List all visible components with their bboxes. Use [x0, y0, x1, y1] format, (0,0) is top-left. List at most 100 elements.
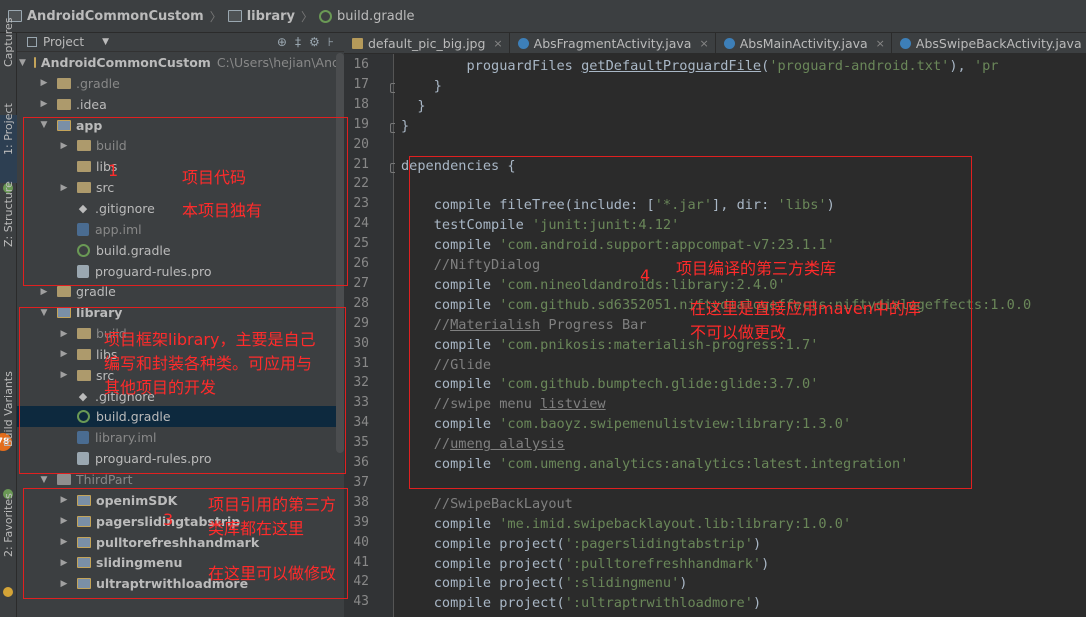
tree-row[interactable]: proguard-rules.pro	[17, 448, 336, 469]
hide-icon[interactable]: ⊦	[328, 35, 334, 49]
expand-right-icon[interactable]: ▶	[59, 516, 69, 526]
expand-down-icon[interactable]: ▼	[39, 308, 49, 318]
code-line: //umeng alalysis	[401, 435, 565, 455]
build-variants-tool-tab[interactable]: Build Variants	[2, 371, 15, 447]
expand-down-icon[interactable]: ▼	[19, 58, 26, 68]
annotation-thirdpart-line3: 在这里可以做修改	[208, 564, 337, 583]
module-folder-icon	[57, 307, 71, 319]
code-line: //Glide	[401, 356, 491, 376]
breadcrumb-file[interactable]: build.gradle	[315, 0, 419, 33]
expand-right-icon[interactable]: ▶	[59, 370, 69, 380]
tree-row[interactable]: build.gradle	[17, 240, 336, 261]
project-view-selector[interactable]: Project	[43, 35, 84, 49]
line-number: 38	[353, 494, 369, 510]
code-token: )	[826, 197, 835, 214]
line-number: 22	[353, 176, 369, 192]
tree-row[interactable]: ▶ build	[17, 135, 336, 156]
editor-tab[interactable]: AbsSwipeBackActivity.java×	[892, 33, 1086, 54]
tree-row[interactable]: proguard-rules.pro	[17, 261, 336, 282]
expand-right-icon[interactable]: ▶	[39, 99, 49, 109]
favorites-tool-tab[interactable]: 2: Favorites	[2, 493, 15, 557]
expand-right-icon[interactable]: ▶	[59, 349, 69, 359]
tree-row[interactable]: library.iml	[17, 427, 336, 448]
tree-item-label: app.iml	[95, 221, 142, 237]
expand-right-icon[interactable]: ▶	[39, 287, 49, 297]
project-scrollbar[interactable]	[336, 53, 344, 453]
code-token: listview	[540, 396, 606, 413]
image-file-icon	[352, 37, 363, 49]
code-line: }	[401, 97, 425, 117]
expand-down-icon[interactable]: ▼	[39, 120, 49, 130]
captures-tool-tab[interactable]: Captures	[2, 18, 15, 67]
code-token: '*.jar'	[654, 197, 713, 214]
tree-item-label: AndroidCommonCustom	[40, 55, 211, 70]
line-number: 23	[353, 196, 369, 212]
code-line: compile 'com.android.support:appcompat-v…	[401, 236, 835, 256]
expand-right-icon[interactable]: ▶	[59, 329, 69, 339]
tree-row[interactable]: libs	[17, 156, 336, 177]
folder-icon	[77, 182, 91, 194]
code-token: compile project(	[401, 555, 565, 572]
tree-row[interactable]: ▶ .idea	[17, 94, 336, 115]
line-number: 41	[353, 554, 369, 570]
expand-right-icon[interactable]: ▶	[39, 78, 49, 88]
tree-item-label: ThirdPart	[76, 472, 133, 487]
tree-item-label: slidingmenu	[96, 555, 183, 571]
tree-row[interactable]: ▼ ThirdPart	[17, 469, 336, 490]
tree-row[interactable]: app.iml	[17, 219, 336, 240]
sync-icon[interactable]: ⊕	[277, 35, 287, 49]
code-token: compile project(	[401, 575, 565, 592]
annotation-number-3: 3	[163, 510, 174, 529]
line-number: 34	[353, 415, 369, 431]
annotation-deps-note1: 在这里是直接应用maven中的库	[690, 299, 921, 318]
tree-row[interactable]: ◆ .gitignore	[17, 198, 336, 219]
expand-right-icon[interactable]: ▶	[59, 495, 69, 505]
gradle-icon	[77, 243, 90, 257]
line-number: 29	[353, 315, 369, 331]
code-token: compile	[401, 456, 500, 472]
module-folder-icon	[77, 494, 91, 506]
breadcrumb-project[interactable]: AndroidCommonCustom	[4, 0, 208, 33]
close-icon[interactable]: ×	[493, 37, 502, 50]
tree-row[interactable]: ▶ gradle	[17, 281, 336, 302]
tree-row[interactable]: ▶ .gradle	[17, 73, 336, 94]
editor-tab[interactable]: default_pic_big.jpg ×	[344, 32, 510, 54]
expand-right-icon[interactable]: ▶	[59, 537, 69, 547]
project-tool-tab[interactable]: 1: Project	[2, 103, 15, 155]
expand-right-icon[interactable]: ▶	[59, 579, 69, 589]
close-icon[interactable]: ×	[876, 37, 885, 50]
java-class-icon	[723, 37, 735, 49]
java-class-icon	[517, 37, 529, 49]
code-line: proguardFiles getDefaultProguardFile('pr…	[401, 57, 998, 77]
structure-tool-tab[interactable]: Z: Structure	[2, 181, 15, 247]
code-token: //	[401, 316, 451, 333]
collapse-icon[interactable]: ‡	[295, 35, 301, 49]
close-icon[interactable]: ×	[699, 37, 708, 50]
code-token: testCompile	[401, 217, 532, 234]
code-line: //SwipeBackLayout	[401, 495, 573, 515]
expand-right-icon[interactable]: ▶	[59, 183, 69, 193]
editor-tab[interactable]: AbsFragmentActivity.java ×	[510, 32, 716, 54]
gradle-icon	[319, 9, 333, 23]
annotation-app-note: 本项目独有	[182, 201, 263, 220]
code-token: compile	[401, 276, 500, 293]
chevron-down-icon[interactable]: ▼	[102, 37, 109, 47]
code-token: 'libs'	[777, 197, 827, 214]
folder-icon	[57, 77, 71, 89]
breadcrumb-module[interactable]: library	[224, 0, 299, 33]
code-token: ':slidingmenu'	[564, 575, 680, 592]
expand-down-icon[interactable]: ▼	[39, 475, 49, 485]
expand-right-icon[interactable]: ▶	[59, 141, 69, 151]
gear-icon[interactable]: ⚙	[309, 35, 320, 49]
expand-right-icon[interactable]: ▶	[59, 558, 69, 568]
code-token: )	[752, 535, 762, 552]
tree-row[interactable]: ▶ src	[17, 177, 336, 198]
tree-row[interactable]: ▼ AndroidCommonCustom C:\Users\hejian\Andr	[17, 52, 345, 73]
line-number: 42	[353, 574, 369, 590]
editor-tab[interactable]: AbsMainActivity.java ×	[716, 32, 892, 54]
tree-item-label: gradle	[76, 284, 116, 300]
tree-row[interactable]: build.gradle	[17, 406, 336, 428]
tree-row[interactable]: ▼ library	[17, 302, 336, 323]
tree-row[interactable]: ▼ app	[17, 115, 336, 136]
code-token: ':ultraptrwithloadmore'	[564, 595, 753, 612]
